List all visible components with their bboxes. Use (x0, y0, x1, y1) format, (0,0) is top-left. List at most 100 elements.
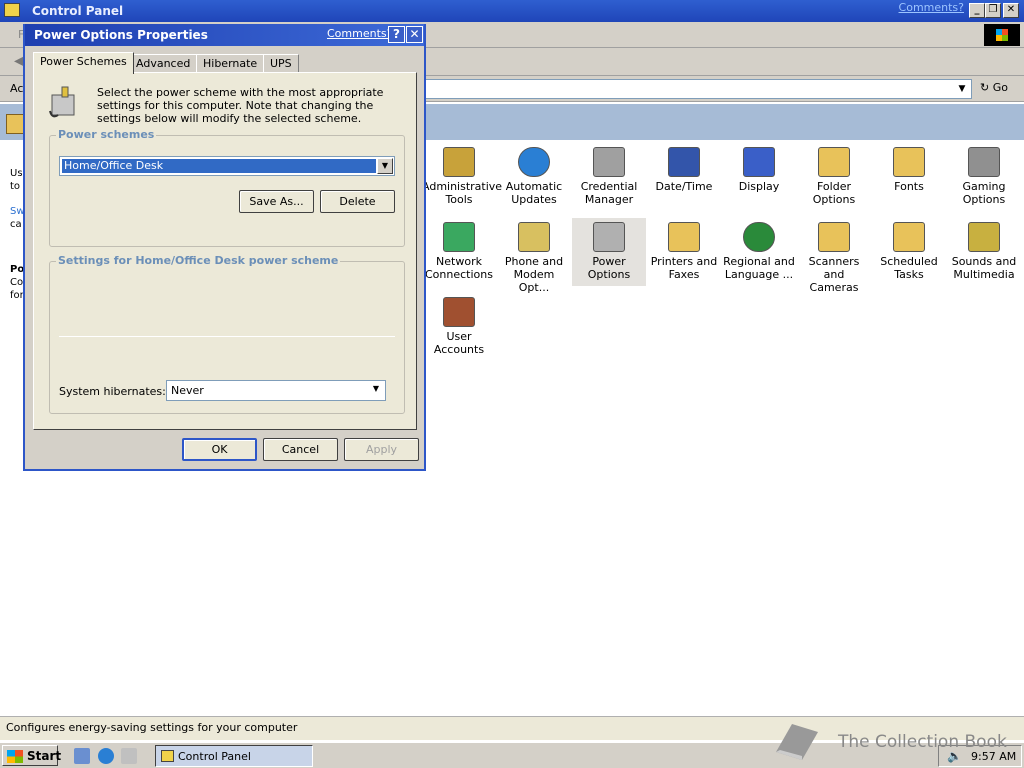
icon-network-connections[interactable]: Network Connections (422, 218, 496, 286)
help-button[interactable]: ? (388, 26, 405, 43)
divider (59, 336, 395, 337)
address-label: Ac (10, 82, 24, 95)
sounds-multimedia-icon (968, 222, 1000, 252)
icon-fonts[interactable]: Fonts (872, 143, 946, 211)
icon-scheduled-tasks[interactable]: Scheduled Tasks (872, 218, 946, 286)
icon-label: Faxes (668, 268, 700, 281)
task-pane-fragment: Co (10, 277, 24, 288)
restore-button[interactable]: ❐ (985, 3, 1001, 18)
dialog-close-button[interactable]: ✕ (406, 26, 423, 43)
minimize-button[interactable]: _ (969, 3, 985, 18)
icon-gaming-options[interactable]: Gaming Options (947, 143, 1021, 211)
chevron-down-icon[interactable]: ▼ (377, 158, 393, 174)
icon-label: Cameras (809, 281, 859, 294)
icon-label: Scanners and (808, 255, 860, 281)
start-label: Start (27, 749, 62, 763)
icon-user-accounts[interactable]: User Accounts (422, 293, 496, 361)
tab-ups[interactable]: UPS (263, 54, 299, 72)
icon-label: Power Options (587, 255, 631, 281)
apply-button[interactable]: Apply (344, 438, 419, 461)
tab-power-schemes[interactable]: Power Schemes (33, 52, 134, 74)
power-plug-icon (49, 86, 75, 118)
icon-label: Options (962, 193, 1006, 206)
icon-scanners-cameras[interactable]: Scanners and Cameras (797, 218, 871, 294)
watermark: The Collection Book (770, 720, 1020, 766)
delete-button[interactable]: Delete (320, 190, 395, 213)
icon-label: Folder Options (812, 180, 856, 206)
control-panel-icon (4, 3, 20, 17)
icon-label: Multimedia (953, 268, 1015, 281)
administrative-tools-icon (443, 147, 475, 177)
selected-scheme: Home/Office Desk (61, 158, 377, 174)
power-options-icon (593, 222, 625, 252)
icon-label: User Accounts (433, 330, 485, 356)
scheme-settings-group: Settings for Home/Office Desk power sche… (49, 254, 405, 414)
icon-label: Tasks (894, 268, 924, 281)
icon-administrative-tools[interactable]: Administrative Tools (422, 143, 502, 211)
regional-language-icon (743, 222, 775, 252)
save-as-button[interactable]: Save As... (239, 190, 314, 213)
internet-explorer-icon[interactable] (98, 748, 114, 764)
power-scheme-select[interactable]: Home/Office Desk ▼ (59, 156, 395, 176)
icon-label: Tools (445, 193, 473, 206)
book-icon (776, 724, 818, 760)
display-icon (743, 147, 775, 177)
show-desktop-icon[interactable] (74, 748, 90, 764)
chevron-down-icon[interactable]: ▼ (954, 81, 970, 97)
task-pane-fragment: for (10, 290, 24, 301)
icon-date-time[interactable]: Date/Time (647, 143, 721, 211)
chevron-down-icon[interactable]: ▼ (368, 382, 384, 398)
icon-automatic-updates[interactable]: Automatic Updates (497, 143, 571, 211)
close-button[interactable]: ✕ (1003, 3, 1019, 18)
go-label: Go (992, 81, 1008, 94)
start-button[interactable]: Start (2, 745, 62, 766)
tab-strip: Power Schemes Advanced Hibernate UPS (33, 52, 417, 74)
icon-credential-manager[interactable]: Credential Manager (572, 143, 646, 211)
fonts-icon (893, 147, 925, 177)
tab-advanced[interactable]: Advanced (129, 54, 198, 72)
icon-label: Updates (511, 193, 557, 206)
scheduled-tasks-icon (893, 222, 925, 252)
control-panel-titlebar[interactable]: Control Panel Comments? _ ❐ ✕ (0, 0, 1024, 22)
icon-label: Language ... (724, 268, 794, 281)
icon-regional-language[interactable]: Regional and Language ... (722, 218, 796, 286)
task-pane-fragment: Us (10, 168, 23, 179)
hibernate-select[interactable]: Never ▼ (166, 380, 386, 401)
task-pane-fragment: ca (10, 219, 22, 230)
icon-label: Sounds and (951, 255, 1017, 268)
control-panel-icon (161, 750, 174, 762)
icon-display[interactable]: Display (722, 143, 796, 211)
task-label: Control Panel (178, 750, 251, 763)
scanners-cameras-icon (818, 222, 850, 252)
icon-label: Connections (425, 268, 493, 281)
hibernate-label: System hibernates: (59, 385, 166, 398)
icon-printers-faxes[interactable]: Printers and Faxes (647, 218, 721, 286)
icon-folder-options[interactable]: Folder Options (797, 143, 871, 211)
tab-hibernate[interactable]: Hibernate (196, 54, 265, 72)
scheme-settings-legend: Settings for Home/Office Desk power sche… (56, 254, 341, 267)
icon-sounds-multimedia[interactable]: Sounds and Multimedia (947, 218, 1021, 286)
windows-logo (984, 24, 1020, 46)
dialog-comments-link[interactable]: Comments? (327, 27, 392, 40)
dialog-titlebar[interactable]: Power Options Properties Comments? ? ✕ (25, 24, 424, 46)
phone-modem-options-icon (518, 222, 550, 252)
address-input[interactable]: ▼ (424, 79, 972, 99)
icon-label: Credential (580, 180, 638, 193)
icon-label: Scheduled (880, 255, 938, 268)
icon-label: Manager (584, 193, 634, 206)
media-icon[interactable] (121, 748, 137, 764)
taskbar-control-panel[interactable]: Control Panel (155, 745, 313, 767)
task-pane: Us to Sw ca Po Co for (0, 140, 25, 700)
go-button[interactable]: ↻ Go (980, 81, 1008, 94)
dialog-title: Power Options Properties (34, 28, 208, 42)
icon-phone-modem-options[interactable]: Phone and Modem Opt... (497, 218, 571, 294)
user-accounts-icon (443, 297, 475, 327)
automatic-updates-icon (518, 147, 550, 177)
icon-label: Fonts (894, 180, 924, 193)
comments-link[interactable]: Comments? (899, 1, 964, 14)
ok-button[interactable]: OK (182, 438, 257, 461)
network-connections-icon (443, 222, 475, 252)
cancel-button[interactable]: Cancel (263, 438, 338, 461)
folder-options-icon (818, 147, 850, 177)
icon-power-options[interactable]: Power Options (572, 218, 646, 286)
